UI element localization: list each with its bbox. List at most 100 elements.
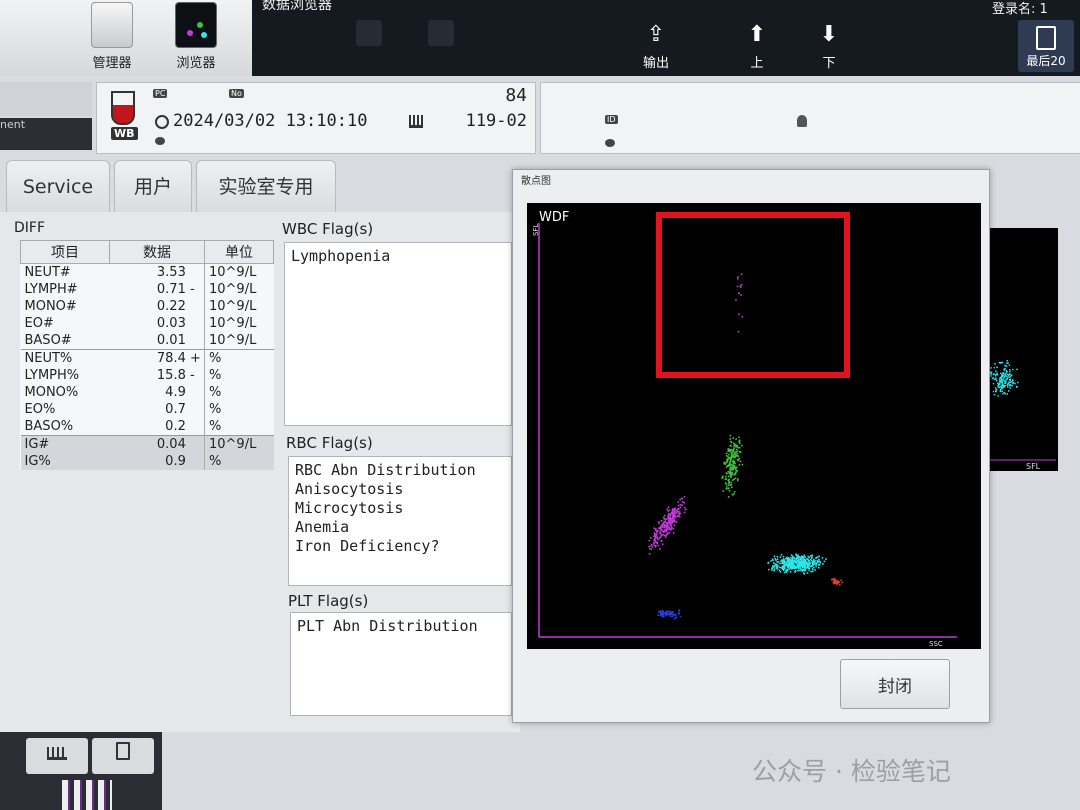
scatter-point-magenta — [667, 510, 669, 512]
scatter-point-green — [729, 451, 732, 453]
scatter-point-magenta — [657, 538, 660, 541]
scatter-point-cyan — [781, 559, 784, 562]
background-scatter-point — [1014, 382, 1016, 385]
down-button[interactable]: ⬇ 下 — [814, 22, 844, 72]
export-button[interactable]: ⇪ 输出 — [636, 24, 676, 72]
scatter-point-red — [834, 582, 837, 585]
scatter-point-cyan — [772, 566, 775, 568]
scatter-point-green — [736, 450, 739, 452]
scatter-point-magenta — [648, 553, 651, 555]
scatter-point-cyan — [818, 560, 821, 563]
scatter-point-green — [725, 486, 728, 488]
arrow-up-icon: ⬆ — [747, 22, 767, 47]
scatter-point-cyan — [799, 569, 801, 572]
scatter-point-cyan — [803, 572, 805, 574]
toolbar-dark: 数据浏览器 登录名: 1 ⇪ 输出 ⬆ 上 ⬇ 下 — [252, 0, 1080, 76]
scatter-point-cyan — [773, 568, 775, 570]
scatter-point-blue — [669, 615, 671, 617]
scatter-point-cyan — [812, 560, 814, 562]
scatter-point-cyan — [785, 561, 788, 563]
scatter-point-cyan — [774, 557, 776, 560]
scatter-point-cyan — [818, 555, 820, 558]
scatter-point-cyan — [771, 569, 773, 571]
scatter-point-green — [727, 448, 729, 450]
up-button[interactable]: ⬆ 上 — [742, 22, 772, 72]
scatter-point-magenta — [660, 525, 662, 528]
scatter-point-cyan — [778, 566, 781, 569]
person-icon — [797, 115, 807, 127]
scatter-point-green — [727, 484, 730, 486]
scatter-point-magenta — [683, 511, 686, 514]
tab-lab[interactable]: 实验室专用 — [196, 160, 336, 213]
scatter-point-cyan — [821, 557, 824, 559]
scatter-point-magenta — [667, 513, 670, 515]
tube-view-button[interactable] — [92, 738, 154, 774]
scatter-point-cyan — [790, 560, 792, 563]
last20-button[interactable]: 最后20 — [1018, 20, 1074, 72]
scatter-point-cyan — [775, 564, 778, 566]
scatter-point-green — [729, 448, 732, 451]
scatter-point-blue — [670, 613, 672, 615]
plt-flag-item: PLT Abn Distribution — [297, 617, 478, 635]
scatter-point-magenta — [677, 508, 680, 510]
scatter-point-blue — [672, 610, 674, 613]
scatter-point-cyan — [775, 559, 777, 561]
scatter-point-green — [738, 446, 741, 449]
scatter-point-cyan — [814, 569, 816, 571]
scatter-point-magenta — [679, 498, 681, 501]
sample-datetime: 2024/03/02 13:10:10 — [173, 111, 368, 131]
diff-body: NEUT# 3.53 10^9/L LYMPH# 0.71 -10^9/L MONO# 0… — [20, 263, 274, 470]
wbc-flag-label: WBC Flag(s) — [282, 220, 374, 238]
scatter-point-blue — [667, 610, 669, 613]
scatter-point-cyan — [773, 562, 775, 564]
manager-button[interactable]: 管理器 — [84, 2, 140, 71]
background-scatter-point — [994, 363, 996, 365]
scatter-point-green — [738, 464, 741, 466]
scatter-point-blue — [665, 611, 668, 613]
close-button[interactable]: 封闭 — [840, 659, 950, 709]
background-scatter-point — [1016, 368, 1018, 371]
rack-view-button[interactable] — [26, 738, 88, 774]
scatter-point-green — [730, 445, 732, 447]
background-scatter-point — [1005, 372, 1007, 375]
scatter-point-cyan — [783, 564, 785, 567]
scatter-point-cyan — [798, 556, 801, 558]
diff-flag: + — [190, 351, 201, 366]
browser-button[interactable]: 浏览器 — [168, 2, 224, 71]
scatter-point-magenta — [655, 533, 658, 535]
background-scatter-point — [993, 373, 996, 375]
scatter-point-magenta — [673, 524, 676, 527]
background-scatter-point — [999, 383, 1001, 385]
wb-badge: WB — [111, 127, 138, 140]
scatter-point-magenta — [658, 537, 661, 539]
scatter-point-magenta — [673, 514, 676, 517]
scatter-point-green — [729, 460, 731, 463]
background-scatter-point — [1012, 382, 1015, 384]
background-scatter-point — [1011, 380, 1013, 383]
diff-value: 15.8 - — [110, 367, 205, 384]
scatter-point-magenta — [678, 516, 681, 518]
login-name: 登录名: 1 — [992, 2, 1048, 17]
scatter-point-magenta — [665, 536, 667, 539]
background-scatter-point — [1008, 376, 1011, 378]
scatter-point-cyan — [797, 560, 799, 562]
diff-row: MONO% 4.9 % — [21, 384, 274, 401]
background-scatter-point — [990, 375, 992, 377]
scatter-point-magenta — [667, 517, 670, 520]
scatter-point-cyan — [815, 557, 817, 559]
scatter-point-magenta — [662, 534, 664, 536]
diff-flag: - — [190, 368, 195, 383]
background-scatter-point — [1003, 369, 1005, 371]
background-scatter-point — [993, 378, 996, 381]
scatter-point-magenta — [665, 518, 668, 520]
scatter-point-magenta — [664, 521, 666, 524]
background-scatter-point — [1017, 381, 1019, 384]
background-scatter-point — [1000, 377, 1003, 380]
tab-service[interactable]: Service — [6, 160, 110, 213]
scatter-point-green — [722, 490, 724, 492]
tube-view-icon — [116, 742, 130, 760]
scatter-point-cyan — [793, 564, 795, 566]
scatter-point-cyan — [782, 569, 785, 571]
arrow-down-icon: ⬇ — [819, 22, 839, 47]
tab-user[interactable]: 用户 — [114, 160, 192, 213]
